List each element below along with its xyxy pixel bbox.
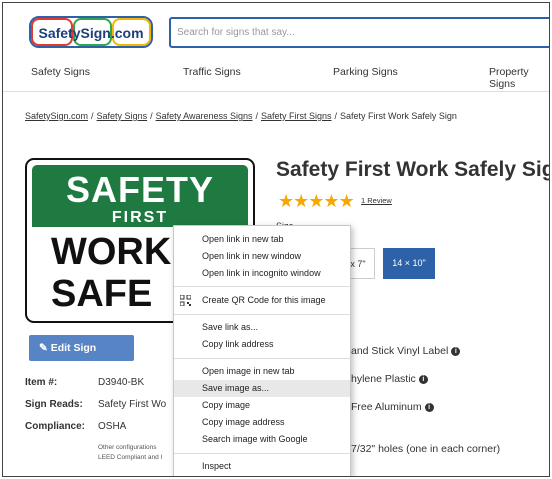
material-label-aluminum: Free Aluminum [351, 401, 422, 413]
spec-value-reads: Safety First Wo [98, 399, 167, 410]
config-note-2: LEED Compliant and I [98, 454, 163, 461]
sign-text-safety: SAFETY [65, 169, 214, 210]
menu-open-link-new-tab[interactable]: Open link in new tab [174, 231, 350, 248]
product-title: Safety First Work Safely Sign [276, 158, 550, 181]
breadcrumb-current: Safety First Work Safely Sign [340, 111, 457, 121]
pencil-icon: ✎ [39, 342, 51, 354]
menu-separator [174, 453, 350, 454]
menu-separator [174, 286, 350, 287]
sign-text-work: WORK [51, 231, 172, 273]
info-icon[interactable]: i [424, 402, 434, 412]
menu-open-link-new-window[interactable]: Open link in new window [174, 248, 350, 265]
breadcrumb: SafetySign.com / Safety Signs / Safety Aware… [25, 111, 457, 121]
menu-save-link-as[interactable]: Save link as... [174, 319, 350, 336]
menu-open-link-incognito[interactable]: Open link in incognito window [174, 265, 350, 282]
menu-save-image-as[interactable]: Save image as... [174, 380, 350, 397]
review-link[interactable]: 1 Review [361, 196, 392, 205]
material-option-aluminum[interactable]: Free Aluminum i [351, 401, 434, 413]
spec-label-reads: Sign Reads: [25, 399, 83, 410]
spec-value-item: D3940-BK [98, 377, 145, 388]
menu-inspect[interactable]: Inspect [174, 458, 350, 475]
rating-stars-icon: ★★★★★ [278, 191, 355, 211]
search-placeholder: Search for signs that say... [177, 27, 295, 38]
edit-sign-button[interactable]: ✎ Edit Sign [29, 335, 134, 361]
info-icon[interactable]: i [418, 374, 428, 384]
material-label-vinyl: and Stick Vinyl Label [351, 345, 449, 357]
breadcrumb-safety-signs[interactable]: Safety Signs [97, 111, 148, 121]
menu-copy-link-address[interactable]: Copy link address [174, 336, 350, 353]
breadcrumb-safety-awareness[interactable]: Safety Awareness Signs [156, 111, 253, 121]
breadcrumb-home[interactable]: SafetySign.com [25, 111, 88, 121]
nav-traffic-signs[interactable]: Traffic Signs [183, 66, 241, 78]
breadcrumb-safety-first[interactable]: Safety First Signs [261, 111, 332, 121]
menu-create-qr-label: Create QR Code for this image [202, 295, 326, 305]
edit-sign-label: Edit Sign [50, 342, 97, 354]
sign-text-safe: SAFE [51, 273, 153, 315]
size-option-14x10[interactable]: 14 × 10" [383, 248, 435, 279]
spec-value-compliance: OSHA [98, 421, 127, 432]
nav-divider [3, 91, 549, 92]
search-input[interactable]: Search for signs that say... [169, 17, 549, 48]
material-option-plastic[interactable]: hylene Plastic i [351, 373, 428, 385]
menu-copy-image-address[interactable]: Copy image address [174, 414, 350, 431]
config-note-1: Other configurations [98, 444, 157, 451]
logo-text: SafetySign.com [38, 25, 143, 41]
material-label-plastic: hylene Plastic [351, 373, 416, 385]
menu-separator [174, 358, 350, 359]
nav-parking-signs[interactable]: Parking Signs [333, 66, 398, 78]
nav-safety-signs[interactable]: Safety Signs [31, 66, 90, 78]
menu-open-image-new-tab[interactable]: Open image in new tab [174, 363, 350, 380]
menu-separator [174, 314, 350, 315]
qr-code-icon [180, 295, 191, 306]
material-option-vinyl[interactable]: and Stick Vinyl Label i [351, 345, 461, 357]
sign-header-band: SAFETY FIRST [32, 165, 248, 227]
menu-create-qr-code[interactable]: Create QR Code for this image [174, 292, 350, 309]
browser-viewport: SafetySign.com Search for signs that say… [2, 2, 550, 477]
menu-search-image-google[interactable]: Search image with Google [174, 431, 350, 448]
info-icon[interactable]: i [451, 346, 461, 356]
context-menu: Open link in new tab Open link in new wi… [173, 225, 351, 476]
menu-copy-image[interactable]: Copy image [174, 397, 350, 414]
nav-property-signs[interactable]: Property Signs [489, 66, 549, 90]
spec-label-compliance: Compliance: [25, 421, 86, 432]
site-logo[interactable]: SafetySign.com [29, 15, 153, 49]
spec-label-item: Item #: [25, 377, 58, 388]
mounting-holes-text: 7/32" holes (one in each corner) [351, 443, 501, 455]
